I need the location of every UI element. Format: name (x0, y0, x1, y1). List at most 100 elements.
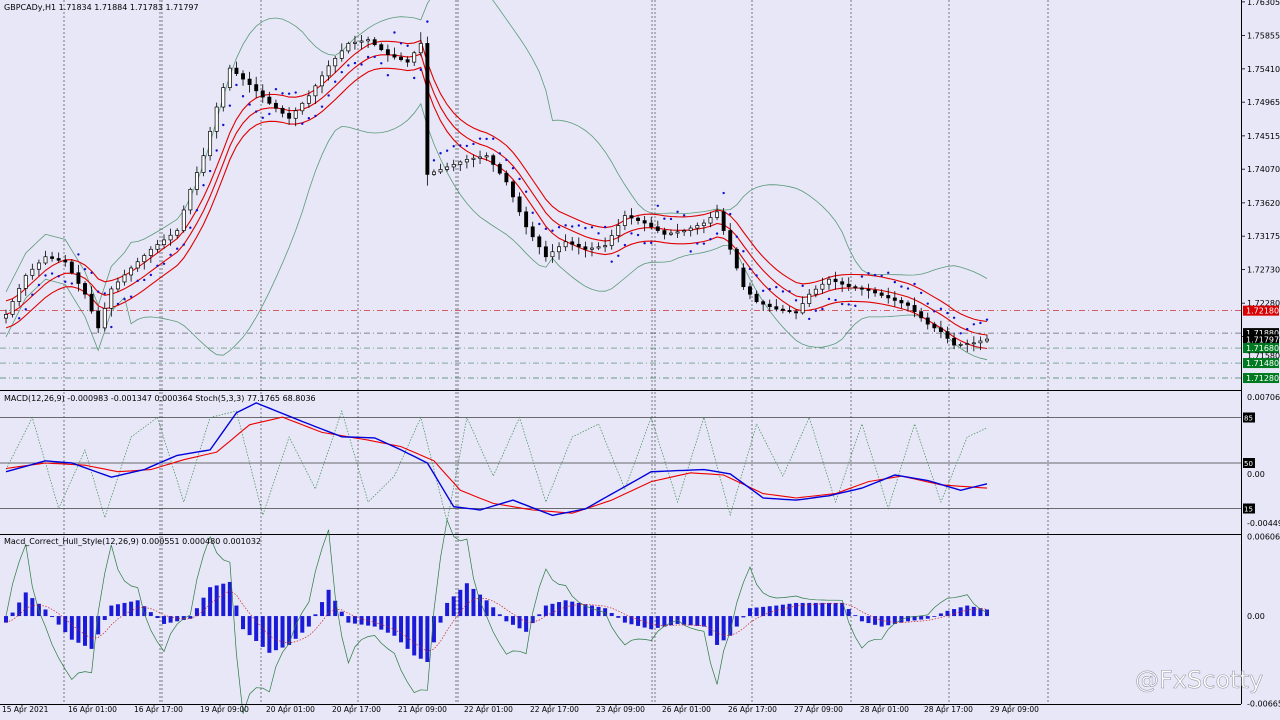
candle-body[interactable] (247, 78, 252, 85)
candle-body[interactable] (596, 246, 601, 249)
candle-body[interactable] (471, 157, 476, 160)
candle-body[interactable] (4, 314, 8, 319)
candle-body[interactable] (260, 90, 265, 98)
candle-body[interactable] (300, 102, 305, 112)
candle-body[interactable] (201, 155, 206, 173)
candle-body[interactable] (925, 317, 930, 325)
candle-body[interactable] (708, 217, 713, 224)
candle-body[interactable] (438, 169, 443, 173)
candle-body[interactable] (313, 85, 318, 97)
candle-body[interactable] (899, 300, 904, 304)
candle-body[interactable] (129, 267, 134, 276)
candle-body[interactable] (188, 189, 193, 211)
candle-body[interactable] (761, 301, 766, 305)
candle-body[interactable] (293, 110, 298, 119)
candle-body[interactable] (978, 340, 983, 344)
candle-body[interactable] (89, 293, 94, 312)
candle-body[interactable] (306, 95, 311, 104)
candle-body[interactable] (326, 65, 331, 77)
candle-body[interactable] (96, 310, 101, 329)
candle-body[interactable] (497, 164, 502, 174)
candle-body[interactable] (320, 75, 324, 87)
candle-body[interactable] (122, 274, 127, 283)
candle-body[interactable] (906, 302, 910, 306)
candle-body[interactable] (504, 172, 509, 183)
candle-body[interactable] (629, 215, 634, 219)
candle-body[interactable] (859, 287, 864, 290)
candle-body[interactable] (748, 286, 752, 295)
candle-body[interactable] (820, 283, 825, 290)
candle-body[interactable] (451, 164, 456, 168)
candle-body[interactable] (227, 67, 232, 88)
candle-body[interactable] (912, 305, 917, 313)
candle-body[interactable] (787, 310, 792, 313)
candle-body[interactable] (695, 225, 700, 229)
candle-body[interactable] (221, 87, 226, 108)
candle-body[interactable] (971, 342, 976, 345)
candle-body[interactable] (800, 303, 805, 314)
candle-body[interactable] (583, 246, 588, 250)
candle-body[interactable] (688, 227, 693, 231)
candle-body[interactable] (780, 308, 785, 311)
candle-body[interactable] (919, 311, 924, 319)
candle-body[interactable] (175, 230, 180, 236)
candle-body[interactable] (135, 261, 140, 269)
candle-body[interactable] (366, 39, 371, 42)
candle-body[interactable] (675, 231, 680, 234)
candle-body[interactable] (50, 256, 55, 259)
candle-body[interactable] (69, 261, 74, 274)
chart-canvas[interactable]: 1.76305 1.75855 1.75410 1.74965 1.74515 1.740… (0, 0, 1280, 716)
candle-body[interactable] (892, 297, 897, 301)
candle-body[interactable] (557, 246, 561, 253)
candle-body[interactable] (609, 235, 614, 246)
candle-body[interactable] (662, 230, 667, 235)
candle-body[interactable] (669, 232, 673, 235)
candle-body[interactable] (794, 311, 799, 314)
candle-body[interactable] (827, 278, 831, 285)
candle-body[interactable] (412, 52, 417, 63)
candle-body[interactable] (425, 43, 430, 175)
candle-body[interactable] (715, 211, 720, 218)
candle-body[interactable] (148, 248, 153, 256)
candle-body[interactable] (142, 255, 147, 263)
candle-body[interactable] (17, 288, 22, 302)
candle-body[interactable] (287, 112, 292, 119)
candle-body[interactable] (208, 131, 213, 157)
candle-body[interactable] (280, 107, 285, 114)
candle-body[interactable] (405, 59, 410, 63)
candle-body[interactable] (754, 293, 759, 303)
candle-body[interactable] (162, 239, 166, 245)
trading-chart[interactable]: 1.76305 1.75855 1.75410 1.74965 1.74515 1.740… (0, 0, 1280, 716)
candle-body[interactable] (155, 244, 160, 250)
candle-body[interactable] (524, 211, 529, 228)
candle-body[interactable] (464, 159, 469, 163)
candle-body[interactable] (701, 222, 706, 226)
candle-body[interactable] (958, 343, 963, 346)
candle-body[interactable] (846, 283, 851, 288)
candle-body[interactable] (550, 251, 555, 258)
candle-body[interactable] (392, 54, 397, 58)
candle-body[interactable] (853, 286, 858, 289)
candle-body[interactable] (63, 259, 68, 263)
candle-body[interactable] (655, 226, 660, 231)
candle-body[interactable] (649, 222, 654, 228)
candle-body[interactable] (952, 337, 957, 346)
candle-body[interactable] (214, 106, 219, 132)
candle-body[interactable] (36, 262, 41, 270)
candle-body[interactable] (234, 67, 239, 74)
candle-body[interactable] (30, 268, 35, 276)
candle-body[interactable] (945, 331, 950, 339)
candle-body[interactable] (418, 43, 423, 54)
candle-body[interactable] (721, 211, 726, 231)
candle-body[interactable] (636, 217, 641, 221)
candle-body[interactable] (840, 281, 845, 285)
candle-body[interactable] (563, 241, 568, 248)
candle-body[interactable] (741, 267, 746, 288)
candle-body[interactable] (478, 156, 482, 159)
candle-body[interactable] (511, 181, 515, 198)
candle-body[interactable] (102, 308, 107, 329)
candle-body[interactable] (43, 256, 48, 264)
candle-body[interactable] (879, 292, 884, 296)
candle-body[interactable] (938, 327, 943, 332)
candle-body[interactable] (352, 41, 357, 44)
